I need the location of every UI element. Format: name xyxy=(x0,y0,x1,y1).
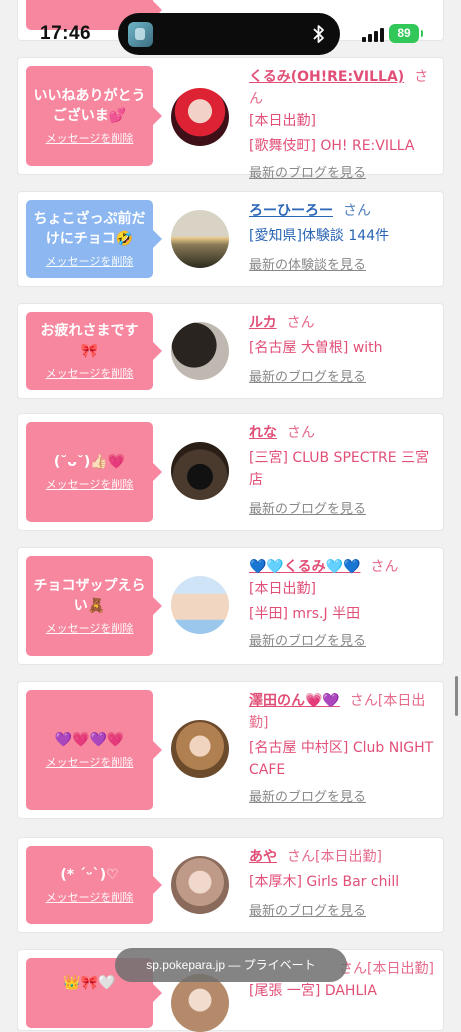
status-time: 17:46 xyxy=(40,23,92,44)
message-bubble: ちょこざっぷ前だけにチョコ🤣 メッセージを削除 xyxy=(26,200,162,278)
url-bar[interactable]: sp.pokepara.jp — プライベート xyxy=(115,948,347,982)
honorific: さん xyxy=(286,315,315,331)
delete-message-link[interactable]: メッセージを削除 xyxy=(46,620,134,636)
dynamic-island xyxy=(118,13,340,55)
message-text: (˘ᴗ˘)👍🏻💗 xyxy=(53,454,126,470)
honorific: さん xyxy=(370,559,399,575)
app-icon xyxy=(128,22,153,47)
delete-message-link[interactable]: メッセージを削除 xyxy=(46,889,134,905)
detail-line: [本日出勤] xyxy=(249,581,316,597)
message-bubble: いいねありがとうございま💕 メッセージを削除 xyxy=(26,66,162,166)
honorific: さん xyxy=(349,693,378,709)
latest-blog-link[interactable]: 最新のブログを見る xyxy=(249,631,435,653)
honorific: さん xyxy=(287,425,315,441)
delete-message-link[interactable]: メッセージを削除 xyxy=(46,754,134,770)
avatar[interactable] xyxy=(171,322,229,380)
honorific: さん xyxy=(287,849,315,865)
message-text: 👑🎀🤍 xyxy=(63,975,116,991)
latest-review-link[interactable]: 最新の体験談を見る xyxy=(249,255,435,277)
delete-message-link[interactable]: メッセージを削除 xyxy=(46,130,134,146)
delete-message-link[interactable]: メッセージを削除 xyxy=(46,365,134,381)
detail-line: [本厚木] Girls Bar chill xyxy=(249,874,400,890)
status-bar: 17:46 89 xyxy=(0,0,461,56)
user-name[interactable]: 💙🩵くるみ🩵💙 xyxy=(249,559,360,575)
delete-message-link[interactable]: メッセージを削除 xyxy=(46,476,134,492)
avatar[interactable] xyxy=(171,88,229,146)
detail-line: [名古屋 大曽根] with xyxy=(249,340,383,356)
list-item: いいねありがとうございま💕 メッセージを削除 くるみ(OH!RE:VILLA) さ… xyxy=(18,58,443,181)
message-bubble: お疲れさまです🎀 メッセージを削除 xyxy=(26,312,162,390)
detail-line: [尾張 一宮] DAHLIA xyxy=(249,983,377,999)
user-name[interactable]: れな xyxy=(249,425,277,441)
signal-icon xyxy=(362,28,384,42)
avatar[interactable] xyxy=(171,856,229,914)
message-text: チョコザップえらい🧸 xyxy=(33,578,146,614)
list-item: 💜💗💜💗 メッセージを削除 澤田のん💗💜 さん[本日出勤] [名古屋 中村区] C… xyxy=(18,682,443,818)
avatar[interactable] xyxy=(171,576,229,634)
detail-line: [半田] mrs.J 半田 xyxy=(249,606,361,622)
honorific: さん xyxy=(343,203,371,219)
message-text: お疲れさまです🎀 xyxy=(40,323,139,359)
user-name[interactable]: ろーひーろー xyxy=(249,203,333,219)
message-text: (* ˊᵕˋ)♡ xyxy=(60,867,119,883)
list-item: ちょこざっぷ前だけにチョコ🤣 メッセージを削除 ろーひーろー さん [愛知県]体験… xyxy=(18,192,443,286)
avatar[interactable] xyxy=(171,210,229,268)
avatar[interactable] xyxy=(171,720,229,778)
message-bubble: チョコザップえらい🧸 メッセージを削除 xyxy=(26,556,162,656)
delete-message-link[interactable]: メッセージを削除 xyxy=(46,253,134,269)
message-bubble: 💜💗💜💗 メッセージを削除 xyxy=(26,690,162,810)
user-name[interactable]: 澤田のん💗💜 xyxy=(249,693,340,709)
detail-line: [歌舞伎町] OH! RE:VILLA xyxy=(249,138,415,154)
scrollbar[interactable] xyxy=(455,676,458,716)
user-name[interactable]: ルカ xyxy=(249,315,277,331)
latest-blog-link[interactable]: 最新のブログを見る xyxy=(249,163,435,185)
message-text: 💜💗💜💗 xyxy=(54,732,125,748)
list-item: チョコザップえらい🧸 メッセージを削除 💙🩵くるみ🩵💙 さん [本日出勤] [半田… xyxy=(18,548,443,664)
detail-line: [本日出勤] xyxy=(249,113,316,129)
detail-line: [名古屋 中村区] Club NIGHT CAFE xyxy=(249,740,434,778)
detail-line: [三宮] CLUB SPECTRE 三宮店 xyxy=(249,450,430,488)
user-name[interactable]: あや xyxy=(249,849,277,865)
detail-line: [愛知県]体験談 144件 xyxy=(249,228,390,244)
list-item: お疲れさまです🎀 メッセージを削除 ルカ さん [名古屋 大曽根] with 最新… xyxy=(18,304,443,398)
latest-blog-link[interactable]: 最新のブログを見る xyxy=(249,367,435,389)
avatar[interactable] xyxy=(171,974,229,1032)
message-text: ちょこざっぷ前だけにチョコ🤣 xyxy=(33,211,146,247)
message-text: いいねありがとうございま💕 xyxy=(33,88,146,124)
attendance-badge: [本日出勤] xyxy=(315,849,382,865)
avatar[interactable] xyxy=(171,442,229,500)
user-name[interactable]: くるみ(OH!RE:VILLA) xyxy=(249,69,404,85)
bluetooth-icon xyxy=(313,25,324,43)
attendance-badge: [本日出勤] xyxy=(367,961,434,977)
latest-blog-link[interactable]: 最新のブログを見る xyxy=(249,499,435,521)
latest-blog-link[interactable]: 最新のブログを見る xyxy=(249,787,435,809)
list-item: (˘ᴗ˘)👍🏻💗 メッセージを削除 れな さん [三宮] CLUB SPECTRE… xyxy=(18,414,443,530)
battery-icon: 89 xyxy=(389,24,423,43)
latest-blog-link[interactable]: 最新のブログを見る xyxy=(249,901,435,923)
message-bubble: (˘ᴗ˘)👍🏻💗 メッセージを削除 xyxy=(26,422,162,522)
message-bubble: (* ˊᵕˋ)♡ メッセージを削除 xyxy=(26,846,162,924)
list-item: (* ˊᵕˋ)♡ メッセージを削除 あや さん[本日出勤] [本厚木] Girls… xyxy=(18,838,443,932)
